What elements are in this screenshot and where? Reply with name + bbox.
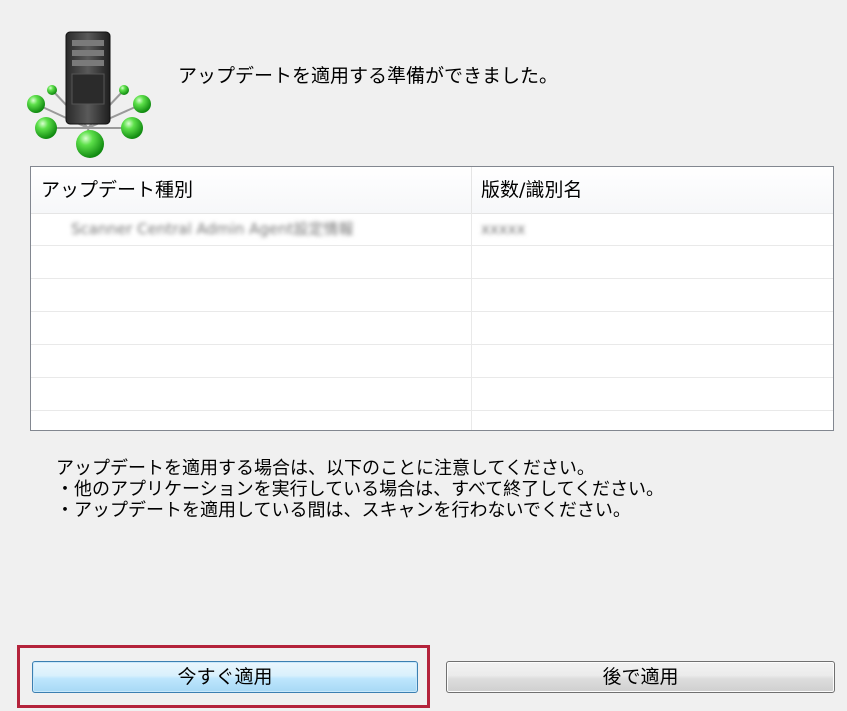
list-row: [31, 246, 833, 279]
notes-line-no-scan: ・アップデートを適用している間は、スキャンを行わないでください。: [56, 500, 631, 521]
version-cell: [481, 411, 821, 430]
list-row: [31, 279, 833, 312]
column-header-update-type[interactable]: アップデート種別: [41, 167, 193, 213]
list-row: [31, 312, 833, 345]
list-rows: Scanner Central Admin Agent設定情報 xxxxx: [31, 213, 833, 430]
update-type-cell: [71, 279, 466, 311]
list-row: [31, 411, 833, 430]
column-header-version[interactable]: 版数/識別名: [481, 167, 582, 213]
update-type-cell: [71, 312, 466, 344]
apply-now-button[interactable]: 今すぐ適用: [32, 661, 418, 693]
list-header: アップデート種別 版数/識別名: [31, 167, 833, 214]
list-row: [31, 378, 833, 411]
version-cell: xxxxx: [481, 220, 526, 238]
update-type-cell: [71, 246, 466, 278]
notes-text: アップデートを適用する場合は、以下のことに注意してください。 ・他のアプリケーシ…: [56, 458, 664, 521]
update-type-cell: [71, 345, 466, 377]
apply-later-button[interactable]: 後で適用: [446, 661, 835, 693]
notes-line-intro: アップデートを適用する場合は、以下のことに注意してください。: [56, 458, 595, 479]
list-row: [31, 345, 833, 378]
list-row[interactable]: Scanner Central Admin Agent設定情報 xxxxx: [31, 213, 833, 246]
notes-line-close-apps: ・他のアプリケーションを実行している場合は、すべて終了してください。: [56, 479, 665, 500]
update-list[interactable]: アップデート種別 版数/識別名 Scanner Central Admin Ag…: [30, 166, 834, 431]
column-divider[interactable]: [471, 167, 472, 213]
server-network-icon: [22, 30, 154, 160]
update-dialog: アップデートを適用する準備ができました。 アップデート種別 版数/識別名 Sca…: [0, 0, 847, 711]
version-cell: [481, 312, 821, 344]
version-cell: [481, 378, 821, 410]
version-cell: [481, 279, 821, 311]
update-type-cell: Scanner Central Admin Agent設定情報: [71, 220, 354, 238]
update-type-cell: [71, 411, 466, 430]
update-type-cell: [71, 378, 466, 410]
ready-message: アップデートを適用する準備ができました。: [178, 65, 559, 87]
version-cell: [481, 345, 821, 377]
version-cell: [481, 246, 821, 278]
